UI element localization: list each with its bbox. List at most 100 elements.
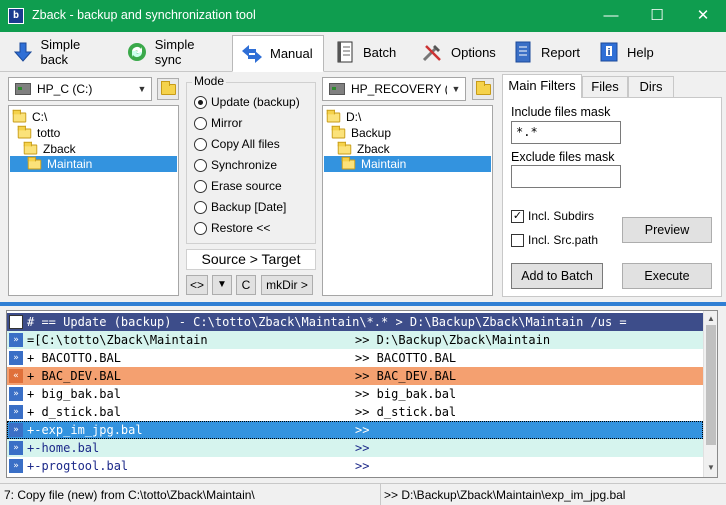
arrow-down-icon bbox=[10, 40, 36, 64]
execute-button[interactable]: Execute bbox=[622, 263, 712, 289]
tree-item[interactable]: Zback bbox=[337, 141, 390, 157]
tree-item[interactable]: Backup bbox=[331, 125, 391, 141]
mkdir-button[interactable]: mkDir > bbox=[261, 275, 313, 295]
list-item[interactable]: » =[C:\totto\Zback\Maintain >> D:\Backup… bbox=[7, 331, 703, 349]
folder-open-icon bbox=[337, 141, 352, 154]
scroll-up-icon[interactable]: ▲ bbox=[707, 314, 715, 323]
include-mask-input[interactable]: *.* bbox=[511, 121, 621, 144]
sync-icon bbox=[124, 40, 150, 64]
close-button[interactable]: ✕ bbox=[680, 0, 726, 32]
folder-open-icon bbox=[27, 156, 42, 169]
tab-label: Batch bbox=[363, 44, 397, 60]
down-button[interactable]: ▼ bbox=[212, 275, 232, 295]
swap-direction-button[interactable]: <> bbox=[186, 275, 208, 295]
folder-open-icon bbox=[12, 109, 27, 122]
source-folder-tree[interactable]: C:\ totto Zback Maintain bbox=[8, 105, 179, 296]
tab-batch[interactable]: Batch bbox=[326, 36, 412, 68]
folder-icon bbox=[475, 80, 491, 95]
copy-right-icon: » bbox=[9, 405, 23, 419]
list-item[interactable]: » + d_stick.bal >> d_stick.bal bbox=[7, 403, 703, 421]
copy-right-icon: » bbox=[9, 333, 23, 347]
tab-label: Manual bbox=[270, 46, 313, 61]
status-bar: 7: Copy file (new) from C:\totto\Zback\M… bbox=[0, 483, 726, 505]
operations-list[interactable]: # == Update (backup) - C:\totto\Zback\Ma… bbox=[6, 310, 718, 478]
tree-item[interactable]: totto bbox=[17, 125, 60, 141]
folder-icon bbox=[160, 80, 176, 95]
chevron-down-icon: ▼ bbox=[137, 84, 147, 94]
list-item[interactable]: » +-home.bal >> bbox=[7, 439, 703, 457]
tab-options[interactable]: Options bbox=[414, 36, 502, 68]
exclude-mask-input[interactable] bbox=[511, 165, 621, 188]
tab-label: Report bbox=[541, 44, 581, 60]
source-drive-select[interactable]: HP_C (C:) ▼ bbox=[8, 77, 152, 101]
tab-manual[interactable]: Manual bbox=[232, 35, 324, 72]
title-bar: b Zback - backup and synchronization too… bbox=[0, 0, 726, 32]
add-to-batch-button[interactable]: Add to Batch bbox=[511, 263, 603, 289]
tab-dirs[interactable]: Dirs bbox=[628, 76, 674, 97]
target-drive-select[interactable]: HP_RECOVERY (I ▼ bbox=[322, 77, 466, 101]
minimize-button[interactable]: — bbox=[588, 0, 634, 32]
status-right: >> D:\Backup\Zback\Maintain\exp_im_jpg.b… bbox=[384, 488, 626, 502]
chevron-down-icon: ▼ bbox=[451, 84, 461, 94]
tab-help[interactable]: i Help bbox=[590, 36, 660, 68]
tools-icon bbox=[420, 40, 446, 64]
splitter[interactable] bbox=[0, 302, 726, 306]
exclude-mask-label: Exclude files mask bbox=[511, 150, 615, 164]
main-tab-strip: Simple back Simple sync Manual Batch Opt… bbox=[0, 32, 726, 72]
tab-files[interactable]: Files bbox=[582, 76, 628, 97]
app-icon: b bbox=[8, 8, 24, 24]
list-item[interactable]: » +-progtool.bal >> bbox=[7, 457, 703, 475]
list-item[interactable]: » + big_bak.bal >> big_bak.bal bbox=[7, 385, 703, 403]
mode-restore-radio[interactable]: Restore << bbox=[194, 221, 270, 235]
list-header-row: # == Update (backup) - C:\totto\Zback\Ma… bbox=[7, 313, 703, 331]
mode-mirror-radio[interactable]: Mirror bbox=[194, 116, 242, 130]
drive-icon bbox=[329, 83, 345, 95]
mode-copy-all-radio[interactable]: Copy All files bbox=[194, 137, 280, 151]
target-browse-button[interactable] bbox=[472, 78, 494, 100]
tab-label: Options bbox=[451, 44, 496, 60]
source-drive-value: HP_C (C:) bbox=[37, 82, 93, 96]
copy-right-icon: » bbox=[9, 423, 23, 437]
list-scrollbar[interactable]: ▲ ▼ bbox=[703, 311, 717, 477]
list-header-icon bbox=[9, 315, 23, 329]
target-folder-tree[interactable]: D:\ Backup Zback Maintain bbox=[322, 105, 493, 296]
preview-button[interactable]: Preview bbox=[622, 217, 712, 243]
status-divider bbox=[380, 484, 381, 505]
tree-item[interactable]: D:\ bbox=[326, 109, 361, 125]
copy-right-icon: » bbox=[9, 387, 23, 401]
copy-right-icon: » bbox=[9, 351, 23, 365]
scroll-down-icon[interactable]: ▼ bbox=[707, 463, 715, 472]
scrollbar-thumb[interactable] bbox=[706, 325, 716, 445]
tree-item[interactable]: C:\ bbox=[12, 109, 47, 125]
tab-label: Simple back bbox=[40, 37, 81, 67]
tree-item-selected[interactable]: Maintain bbox=[10, 156, 177, 172]
incl-subdirs-checkbox[interactable]: ✓ Incl. Subdirs bbox=[511, 209, 594, 223]
mode-backup-date-radio[interactable]: Backup [Date] bbox=[194, 200, 286, 214]
source-browse-button[interactable] bbox=[157, 78, 179, 100]
include-mask-label: Include files mask bbox=[511, 105, 611, 119]
folder-open-icon bbox=[331, 125, 346, 138]
mode-erase-source-radio[interactable]: Erase source bbox=[194, 179, 282, 193]
mode-update-radio[interactable]: Update (backup) bbox=[194, 95, 300, 109]
window-title: Zback - backup and synchronization tool bbox=[32, 8, 256, 22]
list-item[interactable]: » + BACOTTO.BAL >> BACOTTO.BAL bbox=[7, 349, 703, 367]
copy-right-icon: » bbox=[9, 459, 23, 473]
list-item-selected[interactable]: » +-exp_im_jpg.bal >> bbox=[7, 421, 703, 439]
report-icon bbox=[510, 40, 536, 64]
mode-group-title: Mode bbox=[192, 74, 227, 88]
compare-button[interactable]: C bbox=[236, 275, 256, 295]
tab-label: Help bbox=[627, 44, 654, 60]
tab-simple-sync[interactable]: Simple sync bbox=[118, 36, 230, 68]
tab-main-filters[interactable]: Main Filters bbox=[502, 74, 582, 98]
tree-item[interactable]: Zback bbox=[23, 141, 76, 157]
tab-simple-back[interactable]: Simple back bbox=[4, 36, 116, 68]
tab-report[interactable]: Report bbox=[504, 36, 588, 68]
incl-srcpath-checkbox[interactable]: Incl. Src.path bbox=[511, 233, 598, 247]
mode-synchronize-radio[interactable]: Synchronize bbox=[194, 158, 277, 172]
list-item[interactable]: « + BAC_DEV.BAL >> BAC_DEV.BAL bbox=[7, 367, 703, 385]
folder-open-icon bbox=[23, 141, 38, 154]
folder-open-icon bbox=[341, 156, 356, 169]
direction-label: Source > Target bbox=[186, 249, 316, 270]
tree-item-selected[interactable]: Maintain bbox=[324, 156, 491, 172]
maximize-button[interactable]: ☐ bbox=[634, 0, 680, 32]
